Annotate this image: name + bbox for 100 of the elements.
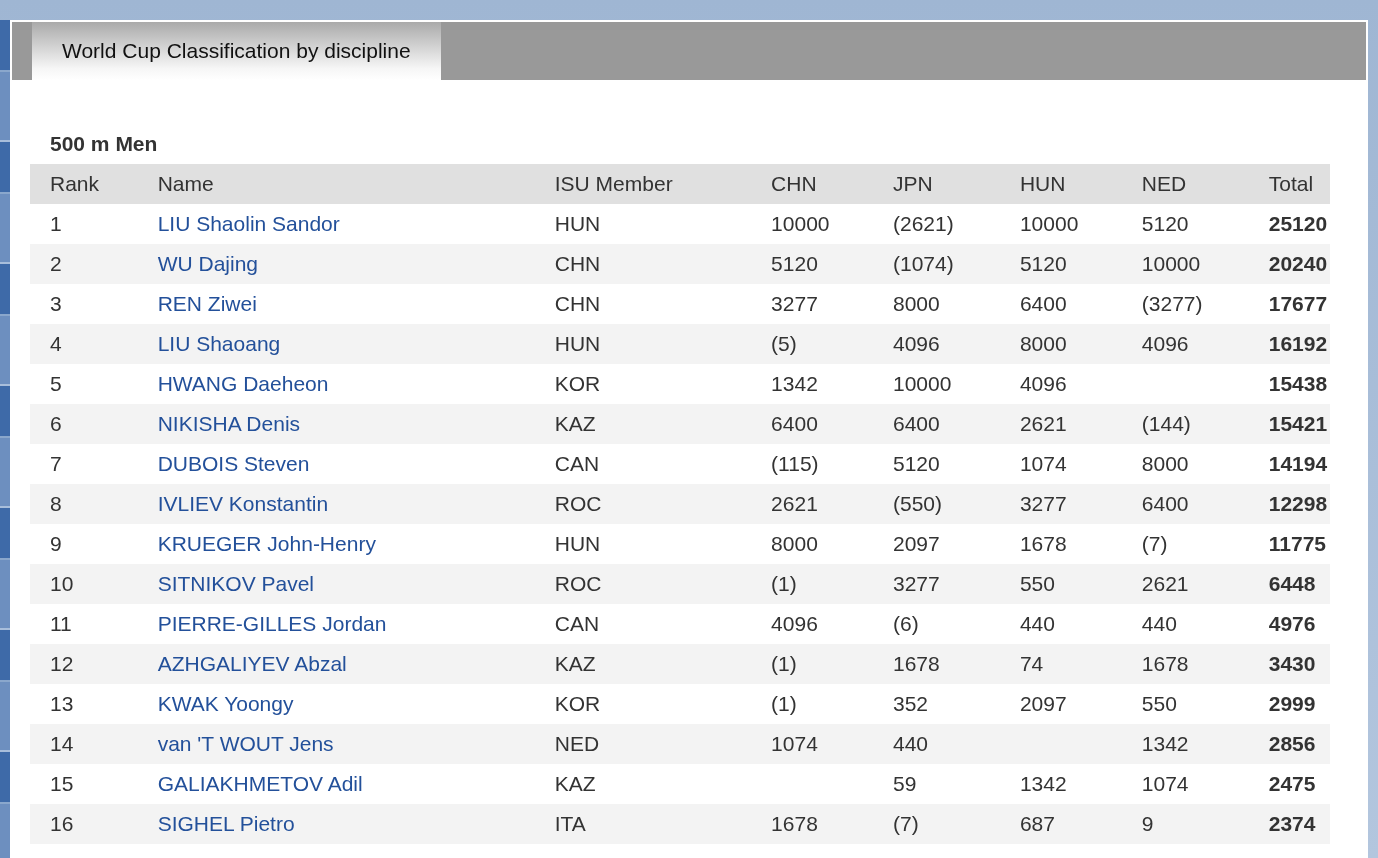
total-cell: 15438 — [1248, 364, 1330, 404]
score-cell: 440 — [872, 724, 1000, 764]
total-cell: 11775 — [1248, 524, 1330, 564]
member-cell: HUN — [534, 524, 752, 564]
score-cell: 4096 — [751, 604, 873, 644]
score-cell: (115) — [751, 444, 873, 484]
score-cell: (1) — [751, 564, 873, 604]
score-cell: 5120 — [999, 244, 1122, 284]
total-cell: 2856 — [1248, 724, 1330, 764]
score-cell: 10000 — [999, 204, 1122, 244]
column-header: NED — [1121, 164, 1249, 204]
athlete-link[interactable]: KRUEGER John-Henry — [157, 532, 376, 555]
rank-cell: 3 — [30, 284, 138, 324]
total-cell: 12298 — [1248, 484, 1330, 524]
athlete-link[interactable]: REN Ziwei — [157, 292, 257, 315]
rank-cell: 13 — [30, 684, 138, 724]
total-cell: 2475 — [1248, 764, 1330, 804]
score-cell: 1074 — [999, 444, 1122, 484]
member-cell: NED — [534, 724, 752, 764]
score-cell: (144) — [1121, 404, 1249, 444]
rank-cell: 15 — [30, 764, 138, 804]
rank-cell: 7 — [30, 444, 138, 484]
score-cell: 6400 — [751, 404, 873, 444]
column-header: HUN — [999, 164, 1122, 204]
rank-cell: 10 — [30, 564, 138, 604]
score-cell: 2097 — [872, 524, 1000, 564]
column-header: JPN — [872, 164, 1000, 204]
score-cell: 4096 — [872, 324, 1000, 364]
score-cell: 6400 — [999, 284, 1122, 324]
score-cell: 10000 — [751, 204, 873, 244]
athlete-link[interactable]: SIGHEL Pietro — [157, 812, 295, 835]
total-cell: 15421 — [1248, 404, 1330, 444]
score-cell: 5120 — [751, 244, 873, 284]
score-cell: 550 — [999, 564, 1122, 604]
score-cell: 8000 — [999, 324, 1122, 364]
score-cell: 74 — [999, 644, 1122, 684]
member-cell: KOR — [534, 684, 752, 724]
athlete-link[interactable]: PIERRE-GILLES Jordan — [157, 612, 387, 635]
score-cell: 550 — [1121, 684, 1249, 724]
score-cell: 8000 — [872, 284, 1000, 324]
member-cell: HUN — [534, 324, 752, 364]
section-title: 500 m Men — [49, 132, 159, 157]
score-cell: 1678 — [872, 644, 1000, 684]
column-header: CHN — [751, 164, 873, 204]
score-cell: 3277 — [751, 284, 873, 324]
score-cell: (3277) — [1121, 284, 1249, 324]
member-cell: KAZ — [534, 764, 752, 804]
member-cell: CAN — [534, 444, 752, 484]
score-cell: 10000 — [872, 364, 1000, 404]
athlete-link[interactable]: DUBOIS Steven — [157, 452, 310, 475]
rank-cell: 6 — [30, 404, 138, 444]
member-cell: CHN — [534, 244, 752, 284]
rank-cell: 14 — [30, 724, 138, 764]
member-cell: KOR — [534, 364, 752, 404]
rank-cell: 4 — [30, 324, 138, 364]
score-cell: (1) — [751, 644, 873, 684]
tab[interactable]: World Cup Classification by discipline — [32, 22, 441, 80]
score-cell: (7) — [872, 804, 1000, 844]
member-cell: ROC — [534, 484, 752, 524]
total-cell: 2999 — [1248, 684, 1330, 724]
score-cell: 6400 — [872, 404, 1000, 444]
athlete-link[interactable]: LIU Shaoang — [157, 332, 281, 355]
total-cell: 6448 — [1248, 564, 1330, 604]
score-cell: 8000 — [1121, 444, 1249, 484]
total-cell: 17677 — [1248, 284, 1330, 324]
score-cell: 2621 — [1121, 564, 1249, 604]
total-cell: 16192 — [1248, 324, 1330, 364]
athlete-link[interactable]: GALIAKHMETOV Adil — [157, 772, 363, 795]
score-cell: 5120 — [872, 444, 1000, 484]
rank-cell: 5 — [30, 364, 138, 404]
score-cell: 1342 — [999, 764, 1122, 804]
athlete-link[interactable]: HWANG Daeheon — [157, 372, 329, 395]
score-cell: 3277 — [872, 564, 1000, 604]
total-cell: 2374 — [1248, 804, 1330, 844]
score-cell: (2621) — [872, 204, 1000, 244]
score-cell: 8000 — [751, 524, 873, 564]
score-cell: 6400 — [1121, 484, 1249, 524]
athlete-link[interactable]: KWAK Yoongy — [157, 692, 294, 715]
score-cell: (5) — [751, 324, 873, 364]
total-cell: 14194 — [1248, 444, 1330, 484]
score-cell: 5120 — [1121, 204, 1249, 244]
member-cell: KAZ — [534, 644, 752, 684]
rank-cell: 16 — [30, 804, 138, 844]
score-cell: 4096 — [1121, 324, 1249, 364]
member-cell: HUN — [534, 204, 752, 244]
rank-cell: 8 — [30, 484, 138, 524]
score-cell: 3277 — [999, 484, 1122, 524]
score-cell: 352 — [872, 684, 1000, 724]
column-header: Total — [1248, 164, 1330, 204]
score-cell: 10000 — [1121, 244, 1249, 284]
score-cell: 1074 — [1121, 764, 1249, 804]
rank-cell: 11 — [30, 604, 138, 644]
total-cell: 20240 — [1248, 244, 1330, 284]
score-cell: 1342 — [1121, 724, 1249, 764]
score-cell: (550) — [872, 484, 1000, 524]
total-cell: 3430 — [1248, 644, 1330, 684]
score-cell: 2621 — [751, 484, 873, 524]
athlete-link[interactable]: WU Dajing — [157, 252, 258, 275]
rank-cell: 12 — [30, 644, 138, 684]
athlete-link[interactable]: LIU Shaolin Sandor — [157, 212, 340, 235]
